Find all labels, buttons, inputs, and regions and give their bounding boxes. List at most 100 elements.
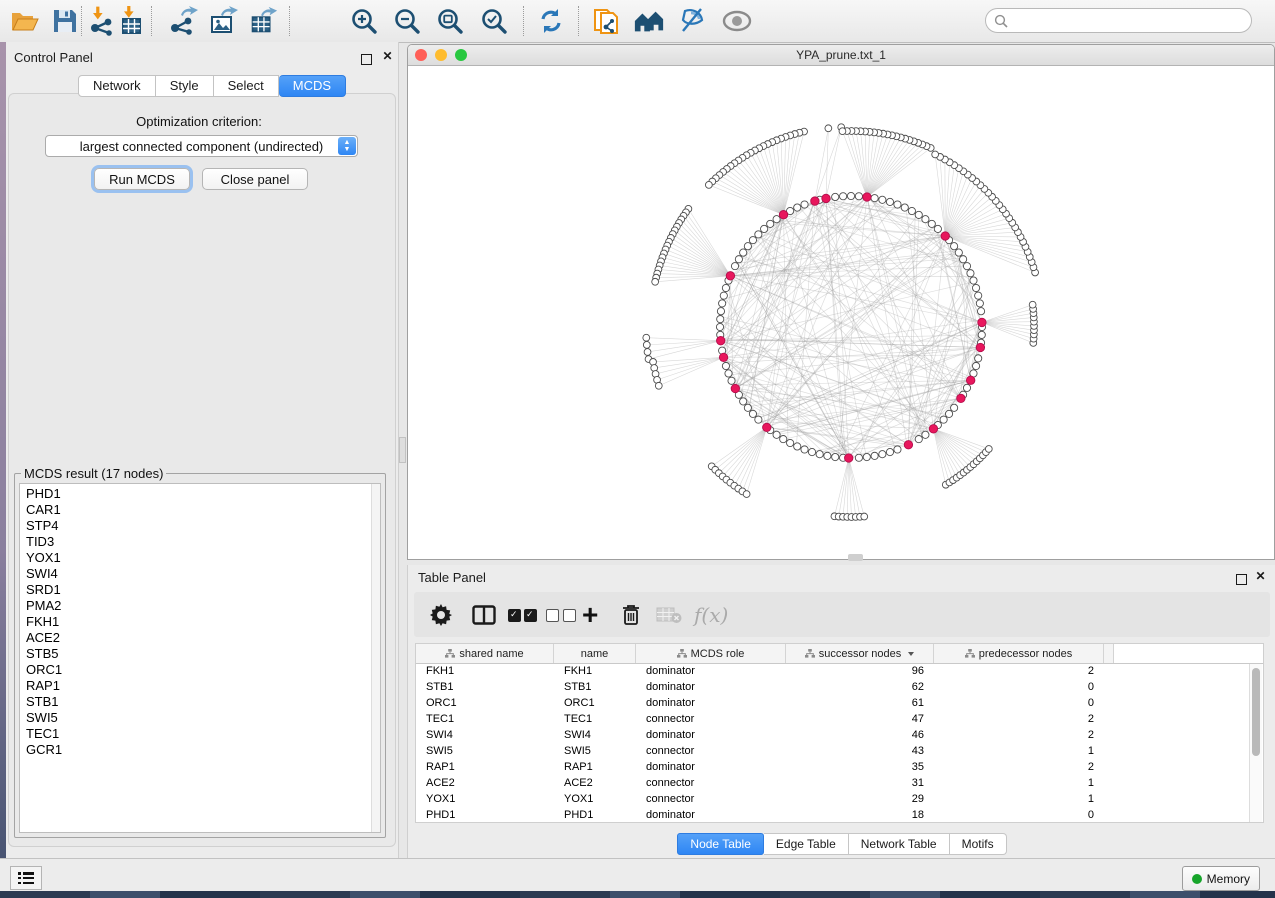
graph-node[interactable]	[717, 315, 724, 322]
graph-node[interactable]	[861, 513, 868, 520]
table-cell[interactable]: connector	[636, 744, 786, 760]
table-row[interactable]: SWI5SWI5connector431	[416, 744, 1263, 760]
graph-node[interactable]	[801, 446, 808, 453]
search-input[interactable]	[1008, 13, 1232, 29]
graph-node[interactable]	[794, 443, 801, 450]
table-scrollbar[interactable]	[1249, 664, 1262, 822]
graph-node[interactable]	[767, 220, 774, 227]
graph-node[interactable]	[879, 451, 886, 458]
graph-node[interactable]	[801, 201, 808, 208]
table-cell[interactable]: ORC1	[416, 696, 554, 712]
table-cell[interactable]: ACE2	[416, 776, 554, 792]
tab-network-table[interactable]: Network Table	[849, 833, 950, 855]
graph-node[interactable]	[824, 452, 831, 459]
table-cell[interactable]: 0	[934, 680, 1104, 696]
table-cell[interactable]: SWI5	[416, 744, 554, 760]
mcds-result-item[interactable]: YOX1	[26, 550, 380, 566]
delete-table-icon[interactable]	[656, 600, 682, 630]
table-cell[interactable]: SWI4	[554, 728, 636, 744]
graph-node[interactable]	[976, 300, 983, 307]
network-graph[interactable]	[408, 66, 1274, 560]
mcds-result-item[interactable]: RAP1	[26, 678, 380, 694]
table-cell[interactable]: PHD1	[416, 808, 554, 823]
graph-node[interactable]	[894, 446, 901, 453]
mcds-result-item[interactable]: SWI5	[26, 710, 380, 726]
graph-node[interactable]	[794, 204, 801, 211]
deselect-all-icon[interactable]	[546, 600, 576, 630]
graph-node[interactable]	[839, 193, 846, 200]
zoom-out-icon[interactable]	[391, 6, 423, 36]
criterion-select[interactable]: largest connected component (undirected)…	[45, 135, 358, 157]
graph-hub-node[interactable]	[779, 211, 787, 219]
graph-node[interactable]	[970, 277, 977, 284]
graph-node[interactable]	[839, 128, 846, 135]
table-cell[interactable]: 1	[934, 792, 1104, 808]
table-cell[interactable]: RAP1	[416, 760, 554, 776]
graph-node[interactable]	[951, 404, 958, 411]
table-cell[interactable]: FKH1	[416, 664, 554, 680]
graph-node[interactable]	[978, 331, 985, 338]
table-cell[interactable]: 35	[786, 760, 934, 776]
graph-node[interactable]	[922, 216, 929, 223]
mcds-result-item[interactable]: FKH1	[26, 614, 380, 630]
graph-hub-node[interactable]	[904, 441, 912, 449]
show-panels-button[interactable]	[10, 866, 42, 890]
export-image-icon[interactable]	[207, 6, 239, 36]
graph-node[interactable]	[963, 263, 970, 270]
mcds-result-item[interactable]: STB1	[26, 694, 380, 710]
select-all-icon[interactable]	[508, 600, 537, 630]
graph-hub-node[interactable]	[929, 425, 937, 433]
table-cell[interactable]: 1	[934, 744, 1104, 760]
table-cell[interactable]: dominator	[636, 680, 786, 696]
close-panel-button[interactable]: Close panel	[202, 168, 308, 190]
tab-select[interactable]: Select	[214, 75, 279, 97]
graph-node[interactable]	[722, 284, 729, 291]
graph-node[interactable]	[975, 355, 982, 362]
split-column-icon[interactable]	[472, 600, 496, 630]
graph-node[interactable]	[780, 436, 787, 443]
graph-node[interactable]	[787, 439, 794, 446]
graph-node[interactable]	[719, 300, 726, 307]
graph-node[interactable]	[720, 292, 727, 299]
table-cell[interactable]: 96	[786, 664, 934, 680]
graph-hub-node[interactable]	[763, 423, 771, 431]
graph-node[interactable]	[908, 207, 915, 214]
graph-node[interactable]	[643, 334, 650, 341]
mcds-result-item[interactable]: CAR1	[26, 502, 380, 518]
graph-node[interactable]	[871, 452, 878, 459]
table-cell[interactable]: 61	[786, 696, 934, 712]
table-row[interactable]: YOX1YOX1connector291	[416, 792, 1263, 808]
table-cell[interactable]: 2	[934, 760, 1104, 776]
graph-node[interactable]	[855, 454, 862, 461]
table-cell[interactable]: 29	[786, 792, 934, 808]
network-home-icon[interactable]	[633, 6, 665, 36]
table-cell[interactable]: connector	[636, 776, 786, 792]
table-cell[interactable]: STB1	[554, 680, 636, 696]
zoom-fit-icon[interactable]	[434, 6, 466, 36]
graph-node[interactable]	[894, 201, 901, 208]
table-row[interactable]: SWI4SWI4dominator462	[416, 728, 1263, 744]
close-panel-icon[interactable]: ✕	[381, 50, 394, 63]
table-cell[interactable]: 2	[934, 728, 1104, 744]
column-header-successor-nodes[interactable]: successor nodes	[786, 644, 934, 663]
export-network-icon[interactable]	[167, 6, 199, 36]
table-row[interactable]: ACE2ACE2connector311	[416, 776, 1263, 792]
graph-node[interactable]	[832, 453, 839, 460]
graph-node[interactable]	[945, 410, 952, 417]
panel-divider-grip[interactable]	[399, 437, 406, 463]
tab-mcds[interactable]: MCDS	[279, 75, 346, 97]
graph-node[interactable]	[934, 225, 941, 232]
mcds-result-item[interactable]: SWI4	[26, 566, 380, 582]
gear-icon[interactable]	[430, 600, 452, 630]
open-session-icon[interactable]	[9, 6, 41, 36]
function-builder-icon[interactable]: f(x)	[694, 600, 728, 630]
column-header-shared-name[interactable]: shared name	[416, 644, 554, 663]
table-cell[interactable]: connector	[636, 712, 786, 728]
graph-node[interactable]	[915, 211, 922, 218]
graph-node[interactable]	[744, 243, 751, 250]
table-cell[interactable]: YOX1	[554, 792, 636, 808]
graph-hub-node[interactable]	[845, 454, 853, 462]
mcds-list-scrollbar[interactable]	[371, 484, 380, 832]
zoom-in-icon[interactable]	[348, 6, 380, 36]
graph-hub-node[interactable]	[976, 343, 984, 351]
